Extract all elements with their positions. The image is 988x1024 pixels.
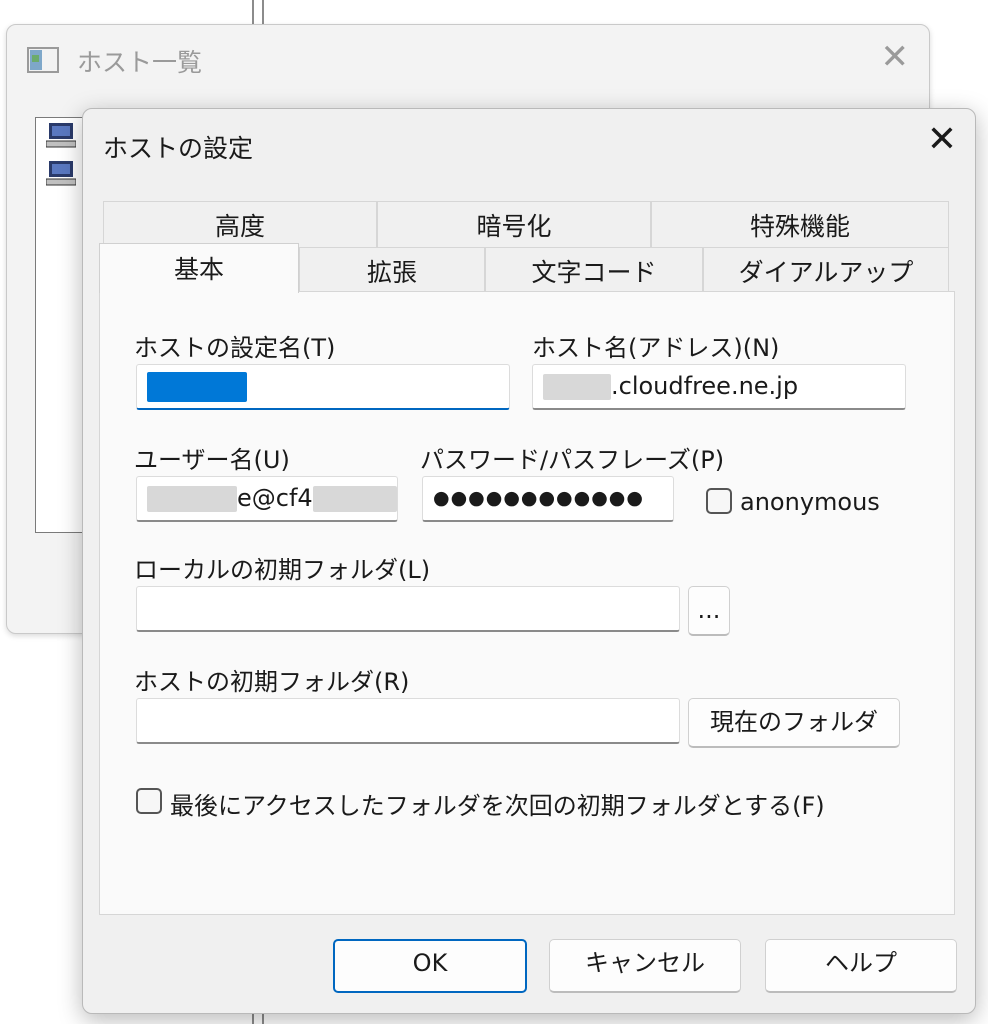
tab-character-code[interactable]: 文字コード	[485, 247, 703, 291]
ok-button[interactable]: OK	[333, 939, 527, 993]
host-list-window-close-icon[interactable]: ✕	[881, 37, 910, 77]
tab-basic[interactable]: 基本	[99, 243, 299, 293]
anonymous-checkbox[interactable]	[706, 488, 732, 514]
remember-last-folder-checkbox[interactable]	[136, 788, 162, 814]
host-settings-dialog: ホストの設定 ✕ 高度 暗号化 特殊機能 基本 拡張 文字コード ダイアルアップ…	[82, 108, 976, 1014]
tab-advanced[interactable]: 高度	[103, 201, 377, 247]
host-folder-input[interactable]	[136, 698, 680, 744]
redacted-text	[543, 374, 611, 400]
host-name-input[interactable]: .cloudfree.ne.jp	[532, 364, 906, 410]
password-input[interactable]: ●●●●●●●●●●●●	[422, 476, 674, 522]
redacted-text	[147, 486, 237, 512]
dialog-close-icon[interactable]: ✕	[927, 119, 957, 160]
host-name-label: ホスト名(アドレス)(N)	[532, 334, 780, 362]
computer-icon	[46, 161, 76, 186]
current-folder-button[interactable]: 現在のフォルダ	[688, 698, 900, 748]
help-button[interactable]: ヘルプ	[765, 939, 957, 993]
username-value: e@cf4	[237, 484, 313, 512]
dialog-title: ホストの設定	[103, 134, 254, 163]
host-setting-name-input[interactable]	[136, 364, 510, 410]
local-folder-input[interactable]	[136, 586, 680, 632]
username-input[interactable]: e@cf4	[136, 476, 398, 522]
host-list-window-title: ホスト一覧	[77, 48, 203, 77]
host-folder-label: ホストの初期フォルダ(R)	[134, 668, 410, 696]
app-icon	[27, 47, 59, 73]
tab-special-functions[interactable]: 特殊機能	[651, 201, 949, 247]
computer-icon	[46, 123, 76, 148]
host-name-value: .cloudfree.ne.jp	[611, 372, 799, 400]
tab-encryption[interactable]: 暗号化	[377, 201, 651, 247]
tab-dialup[interactable]: ダイアルアップ	[703, 247, 949, 291]
host-setting-name-label: ホストの設定名(T)	[134, 334, 336, 362]
local-folder-label: ローカルの初期フォルダ(L)	[134, 556, 431, 584]
cancel-button[interactable]: キャンセル	[549, 939, 741, 993]
remember-last-folder-label: 最後にアクセスしたフォルダを次回の初期フォルダとする(F)	[170, 792, 825, 820]
browse-local-folder-button[interactable]: ...	[688, 586, 730, 636]
username-label: ユーザー名(U)	[134, 446, 290, 474]
redacted-selected-text	[147, 372, 247, 402]
redacted-text	[312, 486, 397, 512]
tab-extended[interactable]: 拡張	[299, 247, 485, 291]
password-label: パスワード/パスフレーズ(P)	[420, 446, 725, 474]
anonymous-label: anonymous	[740, 488, 880, 516]
tab-panel-basic: ホストの設定名(T) ホスト名(アドレス)(N) .cloudfree.ne.j…	[99, 291, 955, 915]
